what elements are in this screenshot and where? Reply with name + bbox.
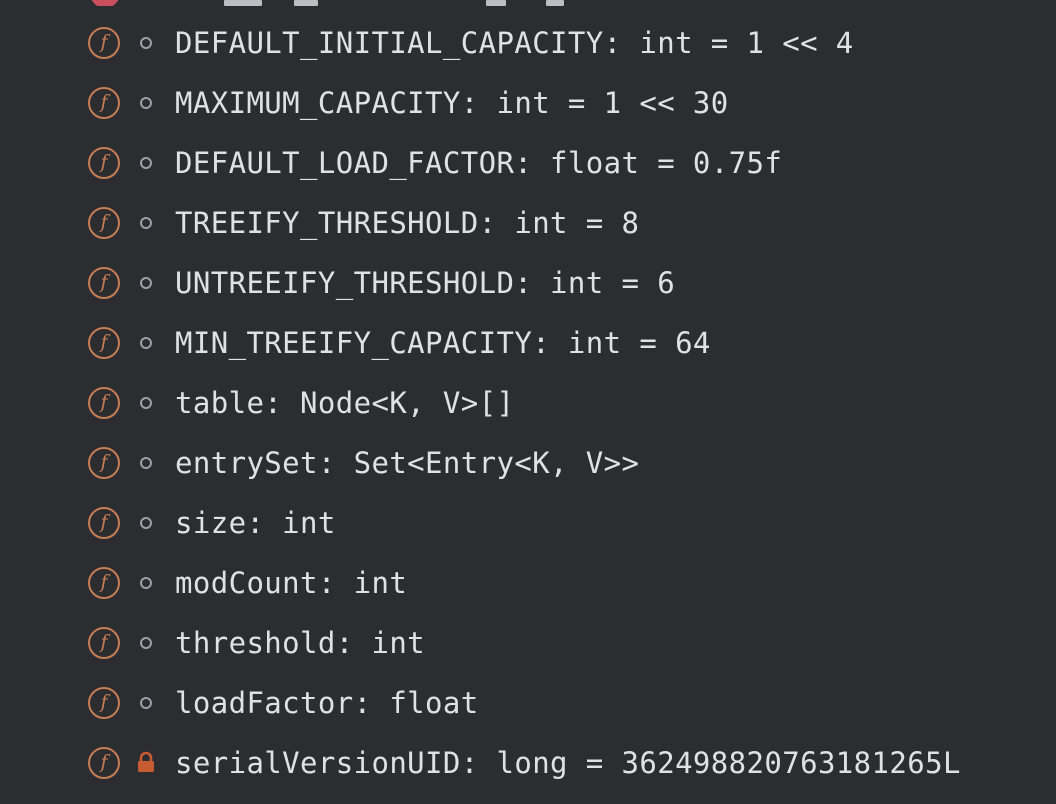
field-icon: f: [88, 627, 120, 659]
package-private-dot-icon: [140, 157, 152, 169]
lock-icon: [138, 751, 154, 772]
field-icon: f: [88, 27, 120, 59]
package-private-dot-icon: [140, 337, 152, 349]
field-icon: f: [88, 747, 120, 779]
field-label: UNTREEIFY_THRESHOLD: int = 6: [175, 266, 676, 300]
field-icon: f: [88, 147, 120, 179]
field-label: MIN_TREEIFY_CAPACITY: int = 64: [175, 326, 711, 360]
package-private-dot-icon: [140, 697, 152, 709]
field-row[interactable]: f MAXIMUM_CAPACITY: int = 1 << 30: [0, 75, 1056, 135]
field-label: DEFAULT_LOAD_FACTOR: float = 0.75f: [175, 146, 783, 180]
field-icon: f: [88, 267, 120, 299]
package-private-dot-icon: [140, 97, 152, 109]
field-icon: f: [88, 87, 120, 119]
field-label: TREEIFY_THRESHOLD: int = 8: [175, 206, 640, 240]
package-private-dot-icon: [140, 577, 152, 589]
field-icon: f: [88, 567, 120, 599]
package-private-dot-icon: [140, 277, 152, 289]
field-label: MAXIMUM_CAPACITY: int = 1 << 30: [175, 86, 729, 120]
field-row[interactable]: f serialVersionUID: long = 36249882076318…: [0, 735, 1056, 795]
field-icon: f: [88, 327, 120, 359]
field-row[interactable]: f modCount: int: [0, 555, 1056, 615]
field-label: DEFAULT_INITIAL_CAPACITY: int = 1 << 4: [175, 26, 854, 60]
field-row[interactable]: f MIN_TREEIFY_CAPACITY: int = 64: [0, 315, 1056, 375]
field-label: size: int: [175, 506, 336, 540]
field-row[interactable]: f table: Node<K, V>[]: [0, 375, 1056, 435]
package-private-dot-icon: [140, 37, 152, 49]
field-label: serialVersionUID: long = 362498820763181…: [175, 746, 961, 780]
field-icon: f: [88, 687, 120, 719]
field-row[interactable]: f TREEIFY_THRESHOLD: int = 8: [0, 195, 1056, 255]
partial-member-icon: [88, 0, 122, 6]
field-icon: f: [88, 507, 120, 539]
field-label: modCount: int: [175, 566, 408, 600]
field-label: loadFactor: float: [175, 686, 479, 720]
field-row[interactable]: f UNTREEIFY_THRESHOLD: int = 6: [0, 255, 1056, 315]
package-private-dot-icon: [140, 637, 152, 649]
field-row[interactable]: f threshold: int: [0, 615, 1056, 675]
field-icon: f: [88, 447, 120, 479]
field-list: f DEFAULT_INITIAL_CAPACITY: int = 1 << 4f…: [0, 15, 1056, 795]
structure-panel: f DEFAULT_INITIAL_CAPACITY: int = 1 << 4f…: [0, 0, 1056, 804]
field-icon: f: [88, 387, 120, 419]
field-icon: f: [88, 207, 120, 239]
field-row[interactable]: f loadFactor: float: [0, 675, 1056, 735]
field-row[interactable]: f DEFAULT_LOAD_FACTOR: float = 0.75f: [0, 135, 1056, 195]
package-private-dot-icon: [140, 397, 152, 409]
field-row[interactable]: f size: int: [0, 495, 1056, 555]
field-label: entrySet: Set<Entry<K, V>>: [175, 446, 640, 480]
package-private-dot-icon: [140, 517, 152, 529]
partial-member-row: [176, 0, 776, 10]
package-private-dot-icon: [140, 217, 152, 229]
field-label: threshold: int: [175, 626, 426, 660]
field-row[interactable]: f entrySet: Set<Entry<K, V>>: [0, 435, 1056, 495]
field-row[interactable]: f DEFAULT_INITIAL_CAPACITY: int = 1 << 4: [0, 15, 1056, 75]
package-private-dot-icon: [140, 457, 152, 469]
field-label: table: Node<K, V>[]: [175, 386, 515, 420]
